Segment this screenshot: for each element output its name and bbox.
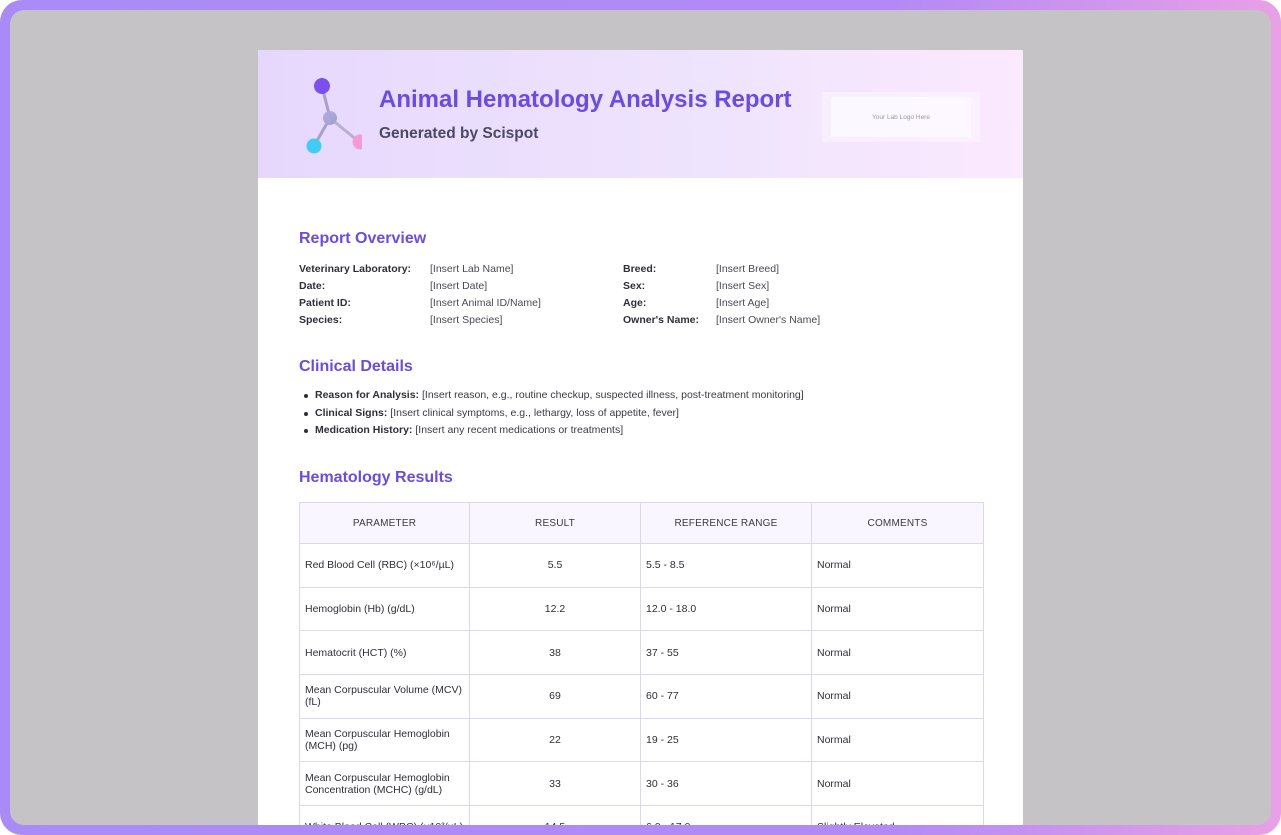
result-cell: 12.2 (469, 586, 641, 632)
overview-value: [Insert Lab Name] (430, 263, 514, 275)
report-header: Animal Hematology Analysis Report Genera… (258, 50, 1023, 178)
report-subtitle: Generated by Scispot (379, 125, 539, 142)
overview-label: Sex: (623, 280, 646, 292)
range-cell: 30 - 36 (640, 761, 812, 807)
parameter-cell: Hemoglobin (Hb) (g/dL) (299, 586, 470, 632)
range-cell: 5.5 - 8.5 (640, 543, 812, 588)
parameter-cell: Mean Corpuscular Volume (MCV) (fL) (299, 674, 470, 719)
report-page: Animal Hematology Analysis Report Genera… (258, 50, 1023, 825)
result-cell: 33 (469, 761, 641, 807)
clinical-list: Reason for Analysis: [Insert reason, e.g… (303, 389, 804, 442)
list-item: Medication History: [Insert any recent m… (303, 424, 804, 442)
clinical-label: Clinical Signs: (315, 406, 388, 419)
overview-heading: Report Overview (299, 230, 427, 247)
parameter-cell: White Blood Cell (WBC) (×10³/µL) (299, 805, 470, 825)
lab-logo-text: Your Lab Logo Here (831, 97, 971, 137)
document-canvas: Animal Hematology Analysis Report Genera… (10, 10, 1271, 825)
molecule-logo-icon (306, 78, 362, 154)
table-row: Mean Corpuscular Volume (MCV) (fL) 69 60… (299, 674, 984, 719)
comment-cell: Slightly Elevated (811, 805, 984, 825)
comment-cell: Normal (811, 717, 984, 763)
results-table: PARAMETER RESULT REFERENCE RANGE COMMENT… (299, 502, 984, 825)
comment-cell: Normal (811, 630, 984, 676)
result-cell: 38 (469, 630, 641, 676)
overview-label: Date: (299, 280, 326, 292)
table-row: Mean Corpuscular Hemoglobin (MCH) (pg) 2… (299, 717, 984, 763)
result-cell: 5.5 (469, 543, 641, 588)
comment-cell: Normal (811, 586, 984, 632)
column-header: COMMENTS (811, 502, 984, 544)
list-item: Reason for Analysis: [Insert reason, e.g… (303, 389, 804, 407)
report-title: Animal Hematology Analysis Report (379, 86, 792, 113)
result-cell: 14.5 (469, 805, 641, 825)
result-cell: 69 (469, 674, 641, 719)
clinical-label: Medication History: (315, 424, 413, 436)
parameter-cell: Mean Corpuscular Hemoglobin Concentratio… (299, 761, 470, 807)
column-header: REFERENCE RANGE (640, 502, 812, 544)
parameter-cell: Mean Corpuscular Hemoglobin (MCH) (pg) (299, 717, 470, 763)
overview-label: Species: (299, 314, 343, 326)
result-cell: 22 (469, 717, 641, 763)
range-cell: 37 - 55 (640, 630, 812, 676)
overview-label: Veterinary Laboratory: (299, 263, 412, 275)
overview-label: Age: (623, 297, 647, 309)
comment-cell: Normal (811, 543, 984, 588)
list-item: Clinical Signs: [Insert clinical symptom… (303, 407, 804, 425)
comment-cell: Normal (811, 761, 984, 807)
overview-value: [Insert Owner's Name] (716, 314, 821, 326)
range-cell: 19 - 25 (640, 717, 812, 763)
clinical-value: [Insert clinical symptoms, e.g., letharg… (390, 406, 679, 419)
overview-value: [Insert Sex] (716, 280, 770, 292)
comment-cell: Normal (811, 674, 984, 719)
table-row: Red Blood Cell (RBC) (×10⁶/µL) 5.5 5.5 -… (299, 543, 984, 588)
table-row: White Blood Cell (WBC) (×10³/µL) 14.5 6.… (299, 805, 984, 825)
table-row: Hematocrit (HCT) (%) 38 37 - 55 Normal (299, 630, 984, 676)
overview-value: [Insert Date] (430, 280, 488, 292)
overview-label: Owner's Name: (623, 314, 700, 326)
overview-value: [Insert Breed] (716, 263, 780, 275)
range-cell: 12.0 - 18.0 (640, 586, 812, 632)
table-row: Mean Corpuscular Hemoglobin Concentratio… (299, 761, 984, 807)
parameter-cell: Red Blood Cell (RBC) (×10⁶/µL) (299, 543, 470, 588)
overview-value: [Insert Age] (716, 297, 770, 309)
range-cell: 60 - 77 (640, 674, 812, 719)
lab-logo-placeholder: Your Lab Logo Here (822, 92, 980, 142)
column-header: RESULT (469, 502, 641, 544)
clinical-value: [Insert any recent medications or treatm… (415, 424, 624, 436)
column-header: PARAMETER (299, 502, 470, 544)
overview-value: [Insert Species] (430, 314, 503, 326)
overview-value: [Insert Animal ID/Name] (430, 297, 541, 309)
overview-label: Breed: (623, 263, 657, 275)
parameter-cell: Hematocrit (HCT) (%) (299, 630, 470, 676)
clinical-label: Reason for Analysis: (315, 389, 420, 401)
results-heading: Hematology Results (299, 469, 453, 486)
clinical-value: [Insert reason, e.g., routine checkup, s… (421, 389, 804, 401)
range-cell: 6.0 - 17.0 (640, 805, 812, 825)
table-header-row: PARAMETER RESULT REFERENCE RANGE COMMENT… (299, 502, 984, 544)
overview-label: Patient ID: (299, 297, 351, 309)
clinical-heading: Clinical Details (299, 358, 413, 375)
window-frame: Animal Hematology Analysis Report Genera… (0, 0, 1281, 835)
table-row: Hemoglobin (Hb) (g/dL) 12.2 12.0 - 18.0 … (299, 586, 984, 632)
